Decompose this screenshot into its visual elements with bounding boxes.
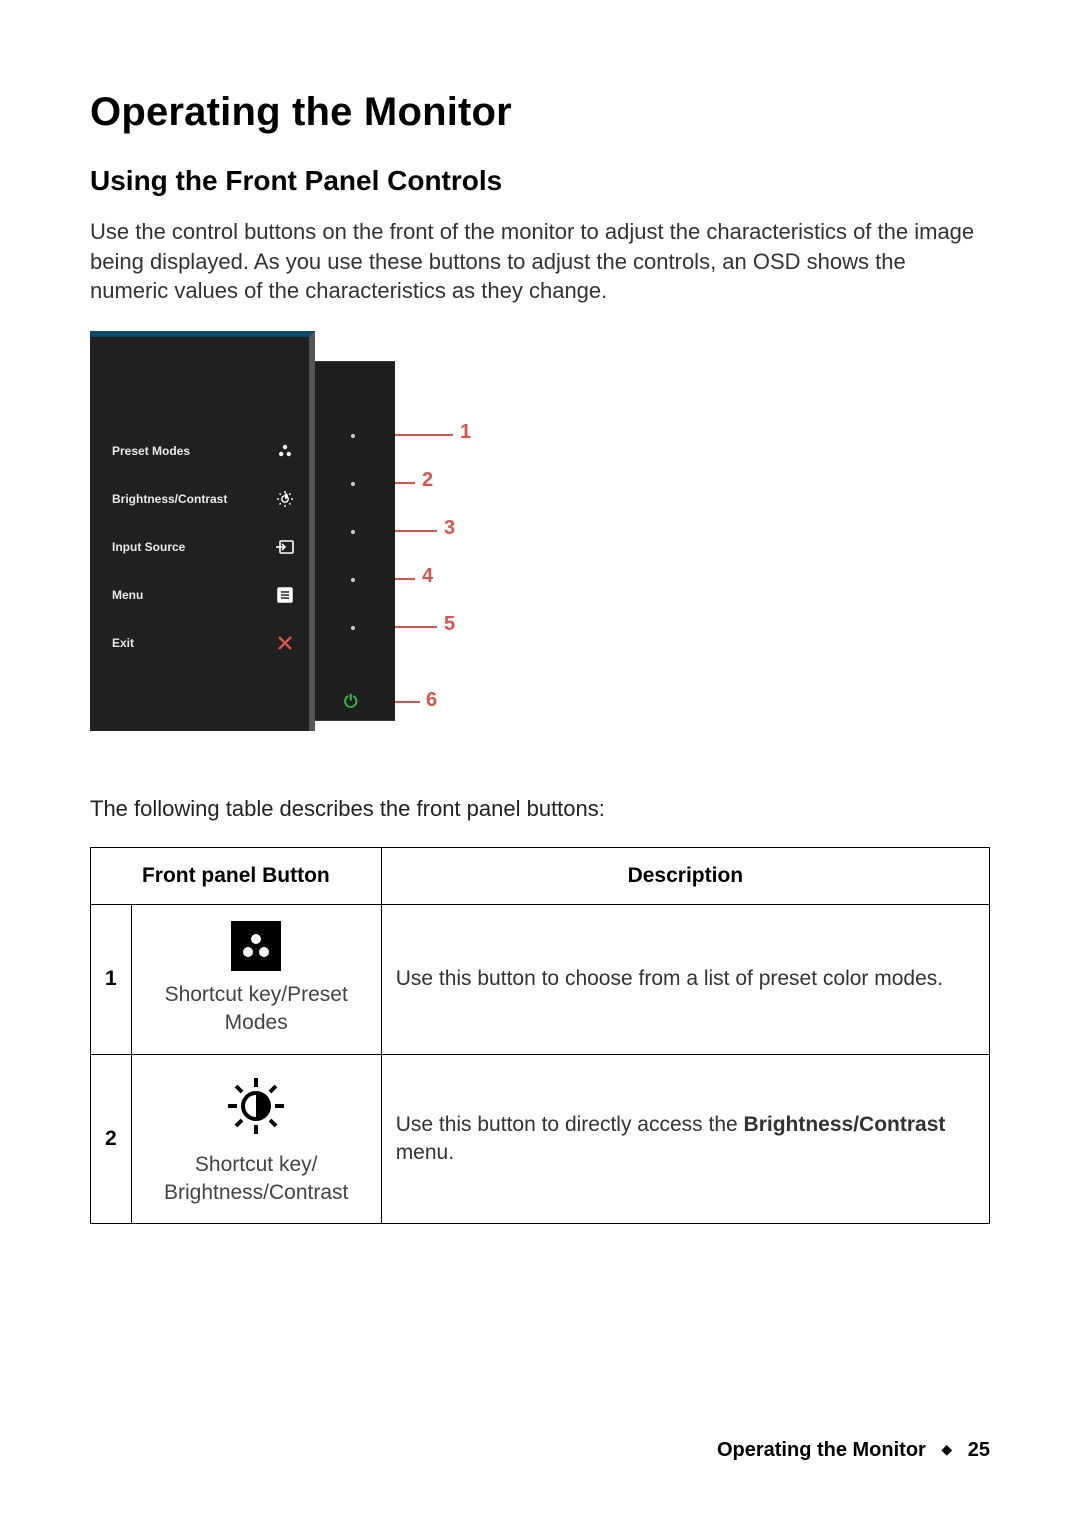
osd-row-brightness: Brightness/Contrast: [112, 475, 295, 523]
row-icon-cell: Shortcut key/Preset Modes: [131, 905, 381, 1055]
brightness-icon: [275, 489, 295, 509]
osd-label: Exit: [112, 636, 275, 650]
osd-figure: Preset Modes Brightness/Contrast: [90, 331, 470, 741]
callout-number: 6: [426, 689, 437, 712]
brightness-icon: [221, 1071, 291, 1141]
desc-text: menu.: [396, 1141, 454, 1164]
osd-row-exit: Exit: [112, 619, 295, 667]
front-panel-buttons-table: Front panel Button Description 1 Shortcu…: [90, 847, 990, 1224]
osd-label: Input Source: [112, 540, 275, 554]
close-icon: [275, 633, 295, 653]
row-description: Use this button to choose from a list of…: [381, 905, 989, 1055]
th-front-panel-button: Front panel Button: [91, 848, 382, 905]
osd-label: Preset Modes: [112, 444, 275, 458]
desc-bold: Brightness/Contrast: [744, 1113, 946, 1136]
row-icon-label: Shortcut key/Preset Modes: [165, 983, 348, 1034]
diamond-icon: ◆: [941, 1441, 952, 1458]
section-heading: Using the Front Panel Controls: [90, 165, 990, 197]
power-icon: ⏻: [344, 692, 357, 712]
footer-title: Operating the Monitor: [717, 1439, 926, 1461]
osd-row-preset-modes: Preset Modes: [112, 427, 295, 475]
monitor-bezel: ⏻: [315, 361, 395, 721]
preset-icon: [275, 441, 295, 461]
table-row: 2 Shortcut key/ Brightness/Contrast Use …: [91, 1054, 990, 1224]
page-title: Operating the Monitor: [90, 90, 990, 135]
osd-label: Menu: [112, 588, 275, 602]
row-description: Use this button to directly access the B…: [381, 1054, 989, 1224]
osd-panel: Preset Modes Brightness/Contrast: [90, 331, 315, 731]
callout-number: 4: [422, 565, 433, 588]
row-index: 1: [91, 905, 132, 1055]
page-number: 25: [968, 1439, 990, 1461]
row-index: 2: [91, 1054, 132, 1224]
button-dot: [351, 626, 355, 630]
th-description: Description: [381, 848, 989, 905]
menu-icon: [275, 585, 295, 605]
button-dot: [351, 482, 355, 486]
row-icon-label: Shortcut key/ Brightness/Contrast: [164, 1153, 348, 1204]
osd-row-input-source: Input Source: [112, 523, 295, 571]
row-icon-cell: Shortcut key/ Brightness/Contrast: [131, 1054, 381, 1224]
callout-number: 2: [422, 469, 433, 492]
table-lead: The following table describes the front …: [90, 796, 990, 822]
callout-number: 3: [444, 517, 455, 540]
table-row: 1 Shortcut key/Preset Modes Use this but…: [91, 905, 990, 1055]
button-dot: [351, 578, 355, 582]
preset-icon: [231, 921, 281, 971]
input-icon: [275, 537, 295, 557]
callout-number: 5: [444, 613, 455, 636]
osd-label: Brightness/Contrast: [112, 492, 275, 506]
osd-row-menu: Menu: [112, 571, 295, 619]
intro-paragraph: Use the control buttons on the front of …: [90, 217, 990, 306]
button-dot: [351, 530, 355, 534]
callout-number: 1: [460, 421, 471, 444]
desc-text: Use this button to directly access the: [396, 1113, 744, 1136]
page-footer: Operating the Monitor ◆ 25: [717, 1439, 990, 1462]
button-dot: [351, 434, 355, 438]
